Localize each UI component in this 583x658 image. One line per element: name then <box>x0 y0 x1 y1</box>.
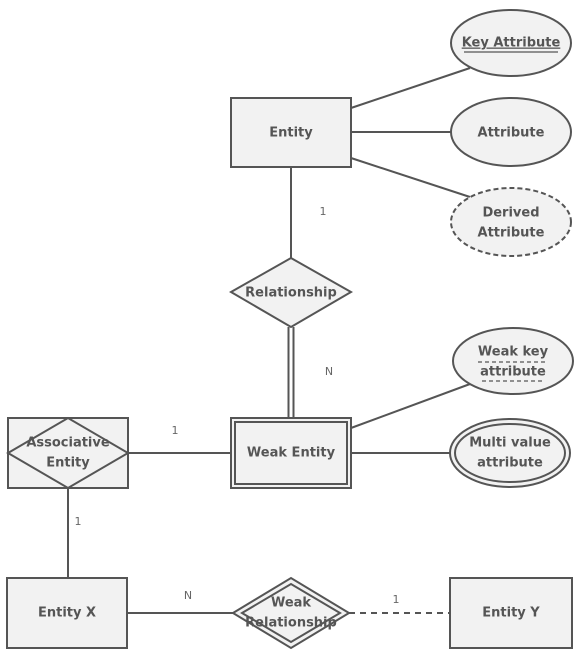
entity-y-label: Entity Y <box>482 606 540 621</box>
entity-x-label: Entity X <box>38 606 96 621</box>
key-attribute-label: Key Attribute <box>462 36 561 51</box>
entity-x-node[interactable]: Entity X <box>6 577 128 649</box>
derived-attribute-label-line1: Derived <box>482 206 539 221</box>
cardinality-label: 1 <box>320 205 327 218</box>
associative-entity-node[interactable]: Associative Entity <box>6 416 130 490</box>
weak-key-attribute-node[interactable]: Weak key attribute <box>452 327 574 395</box>
weak-relationship-label-line1: Weak <box>271 596 311 611</box>
entity-label: Entity <box>269 126 313 141</box>
cardinality-label: 1 <box>393 593 400 606</box>
weak-key-attribute-label-line1: Weak key <box>478 345 549 360</box>
multi-value-label-line2: attribute <box>477 456 543 471</box>
weak-relationship-label-line2: Relationship <box>245 616 337 631</box>
connector-weak-entity-weak-key <box>350 383 471 429</box>
cardinality-label: 1 <box>75 515 82 528</box>
attribute-label: Attribute <box>478 126 545 141</box>
entity-node[interactable]: Entity <box>230 97 352 168</box>
multi-value-attribute-node[interactable]: Multi value attribute <box>449 418 571 488</box>
multi-value-label-line1: Multi value <box>469 436 551 451</box>
derived-attribute-label-line2: Attribute <box>478 226 545 241</box>
weak-entity-label: Weak Entity <box>247 446 336 461</box>
weak-key-attribute-label-line2: attribute <box>480 365 546 380</box>
associative-entity-label-line1: Associative <box>26 436 110 451</box>
associative-entity-label-line2: Entity <box>46 456 90 471</box>
attribute-node[interactable]: Attribute <box>450 97 572 167</box>
entity-y-node[interactable]: Entity Y <box>449 577 573 649</box>
key-attribute-node[interactable]: Key Attribute <box>450 9 572 77</box>
weak-relationship-node[interactable]: Weak Relationship <box>231 576 351 650</box>
connector-entity-derived-attribute <box>350 157 471 198</box>
connector-entity-key-attribute <box>350 67 471 109</box>
cardinality-label: N <box>325 365 333 378</box>
er-diagram: 1 N 1 1 N 1 Entity Key Attribute Attribu… <box>0 0 583 658</box>
relationship-label: Relationship <box>245 286 337 301</box>
er-diagram-svg: 1 N 1 1 N 1 Entity Key Attribute Attribu… <box>6 9 574 650</box>
cardinality-label: 1 <box>172 424 179 437</box>
cardinality-label: N <box>184 589 192 602</box>
weak-entity-node[interactable]: Weak Entity <box>230 417 352 489</box>
derived-attribute-node[interactable]: Derived Attribute <box>450 187 572 257</box>
relationship-node[interactable]: Relationship <box>228 256 354 329</box>
